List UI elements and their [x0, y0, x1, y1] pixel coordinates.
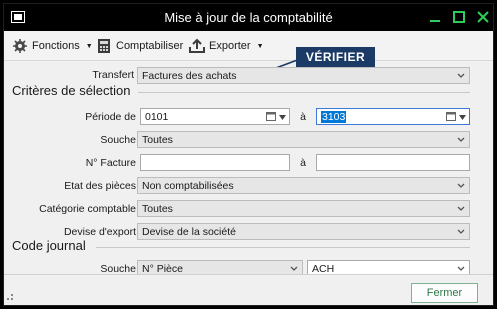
etat-select[interactable]: Non comptabilisées	[137, 177, 470, 194]
calendar-icon[interactable]	[266, 112, 276, 121]
criteria-section-title: Critères de sélection	[12, 83, 131, 98]
categorie-value: Toutes	[142, 203, 173, 215]
facture-label: N° Facture	[85, 157, 136, 169]
chevron-down-icon	[457, 183, 465, 188]
transfert-value: Factures des achats	[142, 70, 237, 82]
close-button[interactable]: Fermer	[411, 283, 478, 303]
chevron-down-icon	[457, 206, 465, 211]
etat-label: Etat des pièces	[64, 180, 136, 192]
periode-to-field[interactable]: 3103	[316, 108, 470, 125]
section-divider	[138, 92, 470, 93]
chevron-down-icon	[290, 266, 298, 271]
resize-grip-icon[interactable]	[7, 294, 13, 300]
devise-label: Devise d'export	[63, 226, 136, 238]
verify-annotation-label: VÉRIFIER	[296, 47, 375, 67]
souche-value: Toutes	[142, 134, 173, 146]
periode-from-field[interactable]: 0101	[140, 108, 290, 125]
chevron-down-icon[interactable]	[279, 115, 286, 120]
dialog-footer: Fermer	[4, 274, 493, 305]
souche-label: Souche	[100, 134, 136, 146]
toolbar: Fonctions ▼ Comptabiliser Exporter ▼	[4, 31, 493, 61]
export-label: Exporter	[209, 40, 251, 52]
post-label: Comptabiliser	[116, 40, 184, 52]
transfert-label: Transfert	[92, 69, 134, 81]
chevron-down-icon	[457, 73, 465, 78]
periode-to-label: à	[300, 111, 306, 123]
periode-label: Période de	[85, 111, 136, 123]
journal-section-title: Code journal	[12, 238, 86, 253]
transfert-select[interactable]: Factures des achats	[137, 67, 470, 84]
periode-to-value: 3103	[321, 111, 347, 123]
devise-value: Devise de la société	[142, 226, 236, 238]
dialog-window: Mise à jour de la comptabilité Fonctions…	[3, 3, 494, 306]
gear-icon	[13, 39, 27, 53]
facture-to-label: à	[300, 157, 306, 169]
categorie-select[interactable]: Toutes	[137, 200, 470, 217]
export-menu-button[interactable]: Exporter ▼	[189, 37, 264, 55]
close-icon[interactable]	[475, 9, 491, 25]
periode-from-value: 0101	[145, 111, 169, 123]
chevron-down-icon	[457, 266, 465, 271]
chevron-down-icon: ▼	[85, 42, 93, 50]
etat-value: Non comptabilisées	[142, 180, 234, 192]
maximize-icon[interactable]	[451, 9, 467, 25]
chevron-down-icon[interactable]	[459, 115, 466, 120]
calculator-icon	[98, 39, 110, 53]
post-button[interactable]: Comptabiliser	[96, 37, 183, 55]
facture-to-field[interactable]	[316, 154, 470, 171]
calendar-icon[interactable]	[446, 112, 456, 121]
categorie-label: Catégorie comptable	[39, 203, 136, 215]
facture-from-field[interactable]	[140, 154, 290, 171]
section-divider	[96, 247, 470, 248]
window-title: Mise à jour de la comptabilité	[164, 10, 333, 25]
functions-menu-button[interactable]: Fonctions ▼	[12, 37, 93, 55]
minimize-icon[interactable]	[427, 9, 443, 25]
chevron-down-icon: ▼	[256, 42, 264, 50]
chevron-down-icon	[457, 229, 465, 234]
export-icon	[189, 38, 205, 53]
title-bar: Mise à jour de la comptabilité	[4, 4, 493, 31]
souche-select[interactable]: Toutes	[137, 131, 470, 148]
functions-label: Fonctions	[32, 40, 80, 52]
chevron-down-icon	[457, 137, 465, 142]
devise-select[interactable]: Devise de la société	[137, 223, 470, 240]
